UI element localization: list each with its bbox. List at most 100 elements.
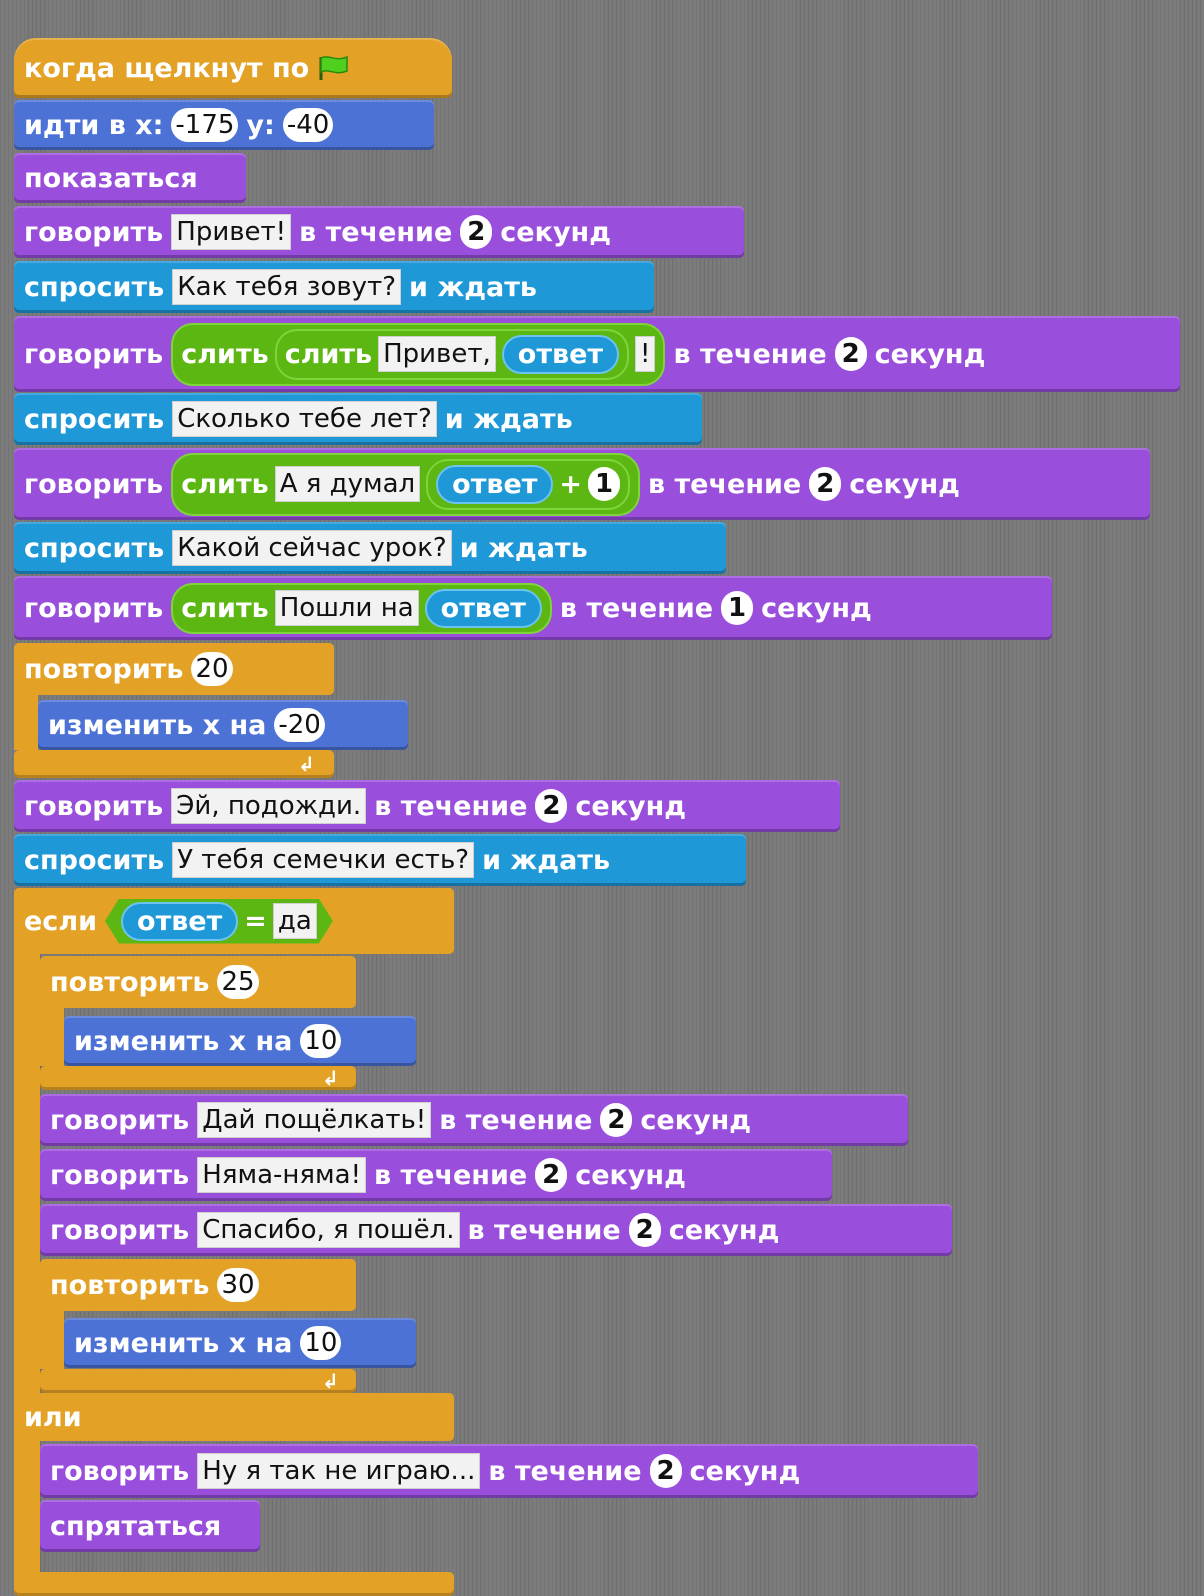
- x-input[interactable]: -175: [171, 108, 239, 142]
- ask-label: спросить: [24, 271, 165, 303]
- plus-reporter[interactable]: ответ + 1: [426, 458, 631, 510]
- join-text-input[interactable]: А я думал: [274, 466, 421, 502]
- wait-label: и ждать: [444, 403, 573, 435]
- hide-label: спрятаться: [50, 1510, 222, 1542]
- wait-label: и ждать: [459, 532, 588, 564]
- equals-reporter[interactable]: ответ = да: [105, 899, 333, 944]
- say-text-input[interactable]: Няма-няма!: [197, 1157, 366, 1193]
- change-x-label: изменить x на: [48, 709, 267, 741]
- repeat-header[interactable]: повторить 25: [40, 956, 356, 1008]
- join-reporter[interactable]: слить слить Привет, ответ !: [171, 322, 666, 386]
- secs-input[interactable]: 2: [535, 789, 568, 823]
- for-label: в течение: [374, 1159, 528, 1191]
- addend-input[interactable]: 1: [588, 467, 621, 501]
- say-text-input[interactable]: Ну я так не играю...: [197, 1453, 481, 1489]
- say-label: говорить: [24, 216, 164, 248]
- change-x-block[interactable]: изменить x на -20: [38, 700, 408, 750]
- y-input[interactable]: -40: [282, 108, 334, 142]
- secs-input[interactable]: 2: [628, 1213, 661, 1247]
- join-text-input[interactable]: Привет,: [378, 336, 496, 372]
- for-label: в течение: [559, 592, 714, 624]
- say-text-input[interactable]: Дай пощёлкать!: [197, 1102, 432, 1138]
- answer-reporter[interactable]: ответ: [121, 902, 238, 941]
- ask-and-wait-block[interactable]: спросить Сколько тебе лет? и ждать: [14, 393, 702, 445]
- say-label: говорить: [50, 1455, 190, 1487]
- say-label: говорить: [50, 1159, 190, 1191]
- repeat-count-input[interactable]: 20: [191, 652, 233, 686]
- secs-input[interactable]: 2: [834, 337, 867, 371]
- if-header[interactable]: если ответ = да: [14, 888, 454, 954]
- answer-reporter[interactable]: ответ: [436, 464, 554, 504]
- repeat-block-foot: [14, 750, 334, 778]
- repeat-label: повторить: [50, 966, 210, 998]
- join-text-input[interactable]: !: [635, 336, 656, 372]
- for-label: в течение: [488, 1455, 642, 1487]
- show-label: показаться: [24, 162, 198, 194]
- wait-label: и ждать: [409, 271, 537, 303]
- change-x-input[interactable]: 10: [300, 1024, 342, 1058]
- secs-label: секунд: [874, 338, 986, 370]
- change-x-label: изменить x на: [74, 1025, 293, 1057]
- show-block[interactable]: показаться: [14, 153, 246, 203]
- secs-input[interactable]: 1: [721, 591, 754, 625]
- for-label: в течение: [648, 468, 802, 500]
- repeat-header[interactable]: повторить 30: [40, 1259, 356, 1311]
- say-for-secs-block[interactable]: говорить Эй, подожди. в течение 2 секунд: [14, 780, 840, 832]
- say-label: говорить: [24, 592, 164, 624]
- secs-label: секунд: [500, 216, 611, 248]
- join-reporter[interactable]: слить Пошли на ответ: [171, 582, 552, 634]
- go-to-xy-block[interactable]: идти в x: -175 y: -40: [14, 100, 434, 150]
- say-text-input[interactable]: Эй, подожди.: [171, 788, 367, 824]
- secs-label: секунд: [640, 1104, 752, 1136]
- loop-arrow-icon: ↲: [322, 1369, 339, 1393]
- secs-input[interactable]: 2: [809, 467, 842, 501]
- say-text-input[interactable]: Привет!: [171, 214, 292, 250]
- secs-input[interactable]: 2: [535, 1158, 568, 1192]
- ask-text-input[interactable]: Как тебя зовут?: [172, 269, 402, 305]
- ask-text-input[interactable]: Какой сейчас урок?: [172, 530, 452, 566]
- loop-arrow-icon: ↲: [322, 1066, 339, 1090]
- secs-input[interactable]: 2: [460, 215, 493, 249]
- repeat-count-input[interactable]: 30: [217, 1268, 259, 1302]
- join-reporter-inner[interactable]: слить Привет, ответ: [274, 328, 630, 380]
- change-x-block[interactable]: изменить x на 10: [64, 1318, 416, 1368]
- say-for-secs-block[interactable]: говорить Спасибо, я пошёл. в течение 2 с…: [40, 1204, 952, 1256]
- say-for-secs-block[interactable]: говорить слить А я думал ответ + 1 в теч…: [14, 448, 1150, 520]
- when-flag-clicked-block[interactable]: когда щелкнут по: [14, 38, 452, 98]
- say-for-secs-block[interactable]: говорить Няма-няма! в течение 2 секунд: [40, 1149, 832, 1201]
- ask-and-wait-block[interactable]: спросить Как тебя зовут? и ждать: [14, 261, 654, 313]
- if-else-foot: [14, 1572, 454, 1596]
- goto-y-label: y:: [246, 109, 275, 141]
- ask-and-wait-block[interactable]: спросить У тебя семечки есть? и ждать: [14, 834, 746, 886]
- say-for-secs-block[interactable]: говорить Ну я так не играю... в течение …: [40, 1444, 978, 1498]
- change-x-block[interactable]: изменить x на 10: [64, 1016, 416, 1066]
- say-text-input[interactable]: Спасибо, я пошёл.: [197, 1212, 460, 1248]
- goto-x-label: идти в x:: [24, 109, 164, 141]
- for-label: в течение: [299, 216, 453, 248]
- secs-input[interactable]: 2: [649, 1454, 682, 1488]
- else-label: или: [24, 1401, 82, 1433]
- repeat-block-foot: [40, 1066, 356, 1090]
- say-label: говорить: [24, 468, 164, 500]
- say-for-secs-block[interactable]: говорить слить Пошли на ответ в течение …: [14, 576, 1052, 640]
- hide-block[interactable]: спрятаться: [40, 1500, 260, 1552]
- join-label: слить: [181, 592, 269, 624]
- ask-text-input[interactable]: Сколько тебе лет?: [172, 401, 437, 437]
- ask-and-wait-block[interactable]: спросить Какой сейчас урок? и ждать: [14, 522, 726, 574]
- secs-input[interactable]: 2: [600, 1103, 633, 1137]
- ask-text-input[interactable]: У тебя семечки есть?: [172, 842, 475, 878]
- say-for-secs-block[interactable]: говорить Дай пощёлкать! в течение 2 секу…: [40, 1094, 908, 1146]
- change-x-input[interactable]: 10: [300, 1326, 342, 1360]
- secs-label: секунд: [575, 1159, 686, 1191]
- join-text-input[interactable]: Пошли на: [274, 590, 419, 626]
- answer-reporter[interactable]: ответ: [501, 334, 620, 374]
- repeat-count-input[interactable]: 25: [217, 965, 259, 999]
- say-for-secs-block[interactable]: говорить слить слить Привет, ответ ! в т…: [14, 316, 1180, 392]
- say-for-secs-block[interactable]: говорить Привет! в течение 2 секунд: [14, 206, 744, 258]
- join-reporter[interactable]: слить А я думал ответ + 1: [171, 452, 641, 516]
- change-x-input[interactable]: -20: [274, 708, 325, 742]
- hat-label: когда щелкнут по: [24, 52, 310, 84]
- answer-reporter[interactable]: ответ: [424, 588, 542, 628]
- repeat-header[interactable]: повторить 20: [14, 643, 334, 695]
- compare-text-input[interactable]: да: [273, 903, 317, 939]
